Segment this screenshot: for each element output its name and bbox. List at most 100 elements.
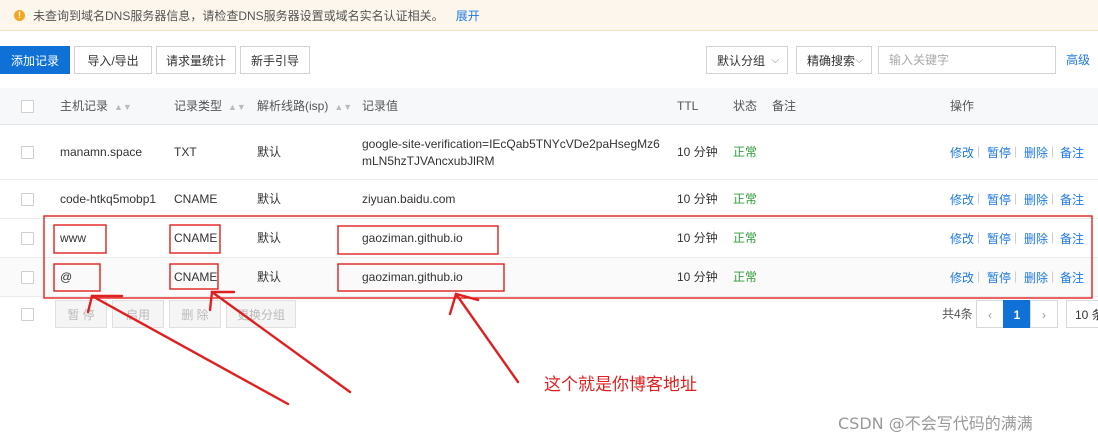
separator: | — [977, 269, 981, 283]
line-cell: 默认 — [257, 231, 282, 245]
separator: | — [1051, 269, 1055, 283]
table-footer: 暂 停 启用 删 除 更换分组 共4条 ‹ 1 › 10 条 — [0, 300, 1098, 336]
delete-link[interactable]: 删除 — [1024, 191, 1048, 208]
batch-enable-button[interactable]: 启用 — [112, 300, 164, 328]
batch-pause-button[interactable]: 暂 停 — [55, 300, 107, 328]
change-group-button[interactable]: 更换分组 — [226, 300, 296, 328]
note-link[interactable]: 备注 — [1060, 144, 1084, 161]
status-cell: 正常 — [733, 145, 758, 159]
ttl-cell: 10 分钟 — [677, 231, 718, 245]
delete-link[interactable]: 删除 — [1024, 230, 1048, 247]
group-select-value: 默认分组 — [717, 54, 766, 68]
host-cell: www — [60, 231, 86, 245]
sort-icon: ▲▼ — [334, 102, 353, 112]
row-checkbox[interactable] — [21, 193, 34, 206]
annotation-label: 这个就是你博客地址 — [544, 375, 697, 395]
separator: | — [1014, 191, 1018, 205]
warning-icon: ! — [14, 9, 25, 21]
delete-link[interactable]: 删除 — [1024, 269, 1048, 286]
column-type[interactable]: 记录类型 ▲▼ — [174, 88, 246, 125]
column-ttl: TTL — [677, 99, 699, 113]
value-cell: gaoziman.github.io — [362, 231, 463, 245]
separator: | — [1014, 230, 1018, 244]
table-header: 主机记录 ▲▼ 记录类型 ▲▼ 解析线路(isp) ▲▼ 记录值 TTL 状态 备注 … — [0, 88, 1098, 125]
separator: | — [1051, 191, 1055, 205]
separator: | — [977, 230, 981, 244]
edit-link[interactable]: 修改 — [950, 144, 974, 161]
note-link[interactable]: 备注 — [1060, 191, 1084, 208]
pause-link[interactable]: 暂停 — [987, 269, 1011, 286]
separator: | — [977, 144, 981, 158]
type-cell: CNAME — [174, 270, 218, 284]
footer-select-all-checkbox[interactable] — [21, 308, 34, 321]
edit-link[interactable]: 修改 — [950, 269, 974, 286]
next-page-button[interactable]: › — [1030, 300, 1058, 328]
table-row: www CNAME 默认 gaoziman.github.io 10 分钟 正常… — [0, 219, 1098, 258]
host-cell: code-htkq5mobp1 — [60, 192, 157, 206]
value-cell: gaoziman.github.io — [362, 270, 463, 284]
row-checkbox[interactable] — [21, 146, 34, 159]
edit-link[interactable]: 修改 — [950, 191, 974, 208]
search-input[interactable] — [878, 46, 1056, 74]
separator: | — [1014, 144, 1018, 158]
column-note: 备注 — [772, 99, 797, 113]
pause-link[interactable]: 暂停 — [987, 191, 1011, 208]
type-cell: TXT — [174, 145, 197, 159]
separator: | — [1051, 230, 1055, 244]
line-cell: 默认 — [257, 145, 282, 159]
notice-bar: ! 未查询到域名DNS服务器信息，请检查DNS服务器设置或域名实名认证相关。 展… — [0, 0, 1098, 31]
query-stats-button[interactable]: 请求量统计 — [156, 46, 236, 74]
pause-link[interactable]: 暂停 — [987, 230, 1011, 247]
sort-icon: ▲▼ — [114, 102, 132, 112]
add-record-button[interactable]: 添加记录 — [0, 46, 70, 74]
toolbar: 添加记录 导入/导出 请求量统计 新手引导 默认分组 ⌵ 精确搜索 ⌵ 高级 — [0, 46, 1098, 76]
value-cell: google-site-verification=IEcQab5TNYcVDe2… — [362, 125, 660, 170]
note-link[interactable]: 备注 — [1060, 230, 1084, 247]
table-row: @ CNAME 默认 gaoziman.github.io 10 分钟 正常 修… — [0, 258, 1098, 297]
value-line: google-site-verification=IEcQab5TNYcVDe2… — [362, 137, 660, 151]
advanced-search-link[interactable]: 高级 — [1066, 46, 1090, 74]
delete-link[interactable]: 删除 — [1024, 144, 1048, 161]
host-cell: manamn.space — [60, 145, 143, 159]
sort-icon: ▲▼ — [228, 102, 246, 112]
chevron-down-icon: ⌵ — [771, 55, 779, 66]
edit-link[interactable]: 修改 — [950, 230, 974, 247]
note-link[interactable]: 备注 — [1060, 269, 1084, 286]
page-size-select[interactable]: 10 条 — [1066, 300, 1098, 328]
value-cell: ziyuan.baidu.com — [362, 192, 456, 206]
type-cell: CNAME — [174, 231, 218, 245]
search-mode-select[interactable]: 精确搜索 ⌵ — [796, 46, 872, 74]
value-line: mLN5hzTJVAncxubJlRM — [362, 154, 495, 168]
table-row: code-htkq5mobp1 CNAME 默认 ziyuan.baidu.co… — [0, 180, 1098, 219]
table-row: manamn.space TXT 默认 google-site-verifica… — [0, 125, 1098, 180]
row-checkbox[interactable] — [21, 232, 34, 245]
row-checkbox[interactable] — [21, 271, 34, 284]
status-cell: 正常 — [733, 231, 758, 245]
search-mode-value: 精确搜索 — [807, 54, 856, 68]
group-select[interactable]: 默认分组 ⌵ — [706, 46, 788, 74]
column-status: 状态 — [733, 99, 758, 113]
status-cell: 正常 — [733, 270, 758, 284]
import-export-button[interactable]: 导入/导出 — [74, 46, 152, 74]
guide-button[interactable]: 新手引导 — [240, 46, 310, 74]
ttl-cell: 10 分钟 — [677, 192, 718, 206]
prev-page-button[interactable]: ‹ — [976, 300, 1004, 328]
column-host[interactable]: 主机记录 ▲▼ — [60, 88, 132, 125]
select-all-checkbox[interactable] — [21, 100, 34, 113]
separator: | — [1051, 144, 1055, 158]
line-cell: 默认 — [257, 270, 282, 284]
separator: | — [1014, 269, 1018, 283]
page-1-button[interactable]: 1 — [1003, 300, 1031, 328]
total-count: 共4条 — [942, 307, 973, 321]
chevron-down-icon: ⌵ — [855, 55, 863, 66]
column-line[interactable]: 解析线路(isp) ▲▼ — [257, 88, 352, 125]
notice-message: 未查询到域名DNS服务器信息，请检查DNS服务器设置或域名实名认证相关。 — [33, 8, 444, 23]
batch-delete-button[interactable]: 删 除 — [169, 300, 221, 328]
ttl-cell: 10 分钟 — [677, 270, 718, 284]
watermark: CSDN @不会写代码的满满 — [838, 414, 1033, 433]
column-value: 记录值 — [362, 99, 399, 113]
expand-link[interactable]: 展开 — [456, 7, 480, 24]
type-cell: CNAME — [174, 192, 218, 206]
status-cell: 正常 — [733, 192, 758, 206]
pause-link[interactable]: 暂停 — [987, 144, 1011, 161]
